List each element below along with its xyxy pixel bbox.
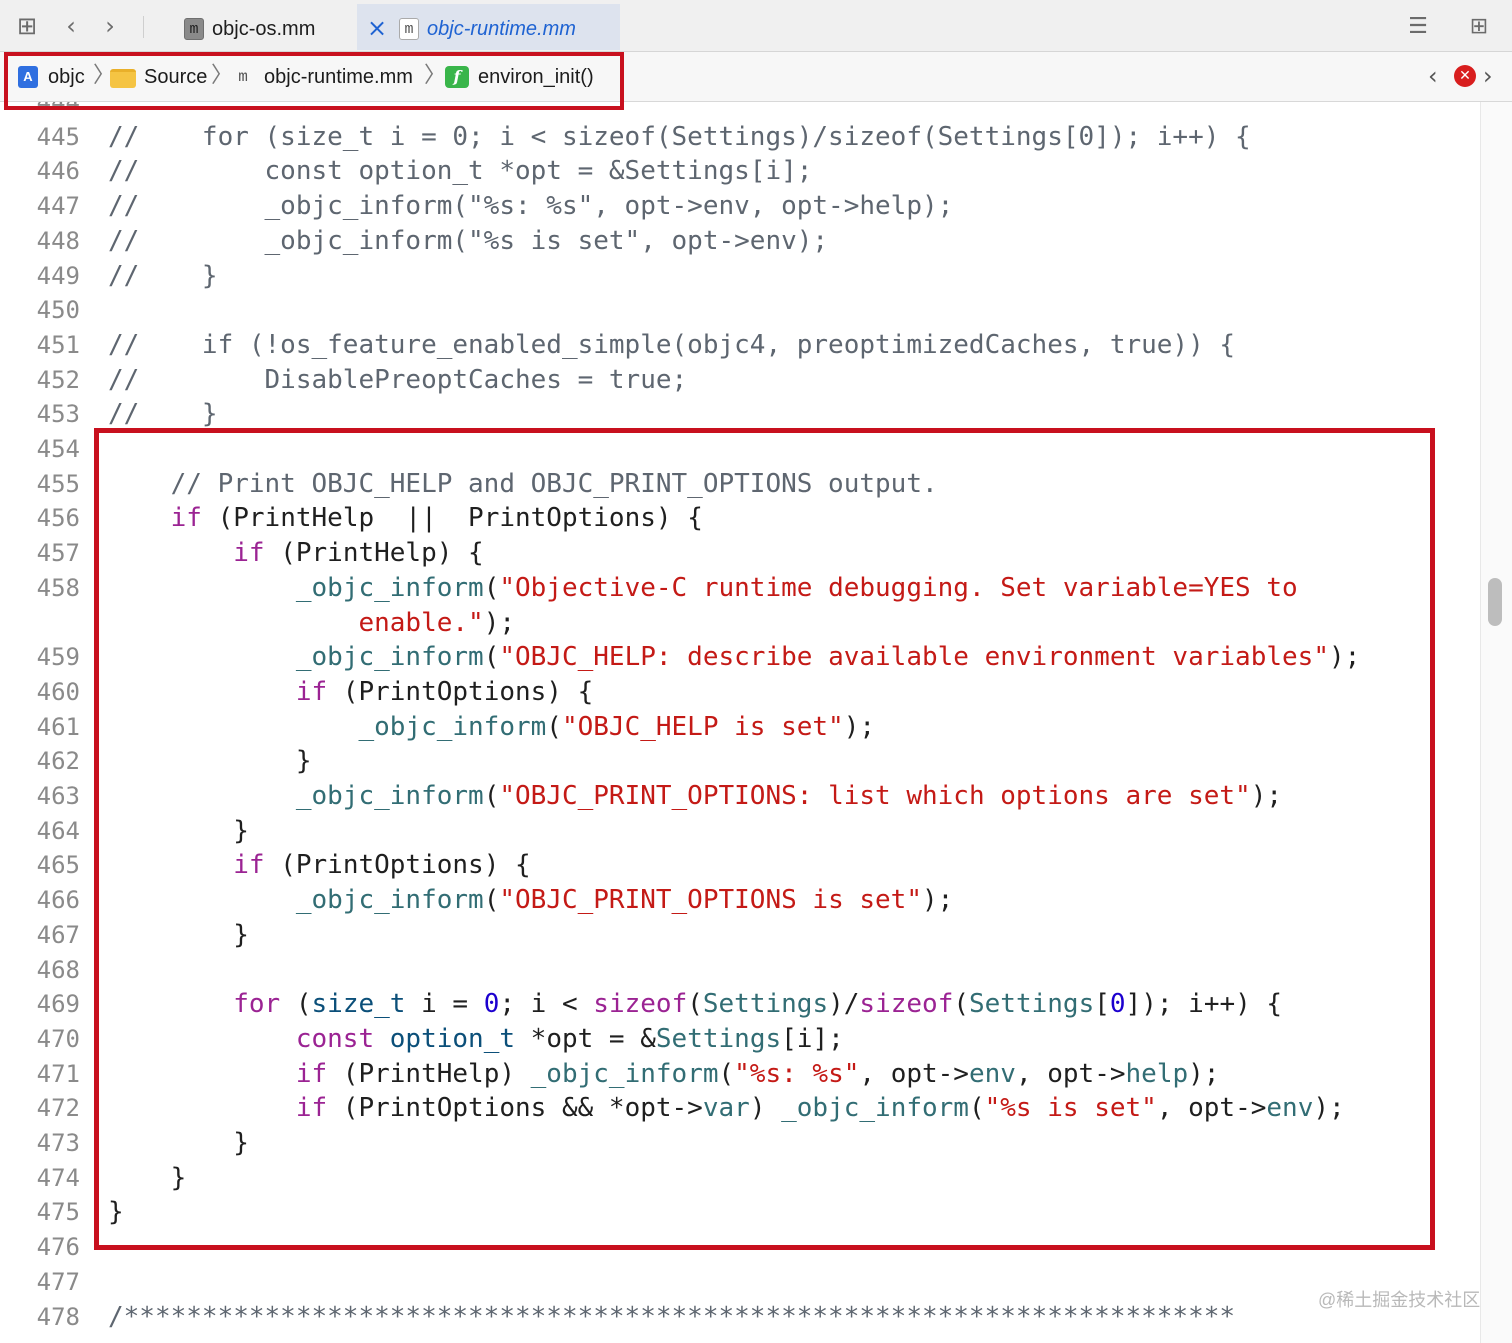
line-number: 458 xyxy=(36,574,80,602)
line-number: 465 xyxy=(36,851,80,879)
line-number: 446 xyxy=(36,157,80,185)
tab-label: objc-os.mm xyxy=(212,18,316,40)
code-line: 478 /************************************… xyxy=(0,1300,1480,1335)
code-line: 477 xyxy=(0,1265,1480,1300)
forward-chevron-icon[interactable]: › xyxy=(99,12,121,40)
add-editor-icon[interactable]: ⊞ xyxy=(1462,12,1496,42)
line-number: 448 xyxy=(36,227,80,255)
code-line: 452 // DisablePreoptCaches = true; xyxy=(0,363,1480,398)
line-number: 473 xyxy=(36,1129,80,1157)
line-number: 449 xyxy=(36,262,80,290)
code-token: // _objc_inform("%s is set", opt->env); xyxy=(108,226,829,256)
line-number: 447 xyxy=(36,192,80,220)
line-number: 474 xyxy=(36,1164,80,1192)
code-line: 448 // _objc_inform("%s is set", opt->env… xyxy=(0,224,1480,259)
code-token: // const option_t *opt = &Settings[i]; xyxy=(108,156,813,186)
line-number: 454 xyxy=(36,435,80,463)
line-number: 461 xyxy=(36,713,80,741)
code-text: // const option_t *opt = &Settings[i]; xyxy=(108,154,812,189)
line-number: 451 xyxy=(36,331,80,359)
code-line: 449 // } xyxy=(0,259,1480,294)
code-line: 447 // _objc_inform("%s: %s", opt->env, o… xyxy=(0,189,1480,224)
line-number: 471 xyxy=(36,1060,80,1088)
toolbar-divider xyxy=(143,16,144,38)
error-badge-icon[interactable]: ✕ xyxy=(1454,65,1476,87)
line-number: 456 xyxy=(36,504,80,532)
code-line: 451 // if (!os_feature_enabled_simple(obj… xyxy=(0,328,1480,363)
tab-objc-runtime[interactable]: × m objc-runtime.mm xyxy=(357,4,620,50)
code-line: 446 // const option_t *opt = &Settings[i]… xyxy=(0,154,1480,189)
code-token: // } xyxy=(108,399,218,429)
code-text: /***************************************… xyxy=(108,1300,1235,1335)
watermark: @稀土掘金技术社区 xyxy=(1318,1290,1481,1310)
line-number: 459 xyxy=(36,643,80,671)
scrollbar-thumb[interactable] xyxy=(1488,578,1502,626)
breadcrumb-highlight-box xyxy=(4,52,624,110)
line-number: 476 xyxy=(36,1233,80,1261)
line-number: 460 xyxy=(36,678,80,706)
code-text: // if (!os_feature_enabled_simple(objc4,… xyxy=(108,328,1235,363)
code-token: /***************************************… xyxy=(108,1302,1236,1332)
line-number: 470 xyxy=(36,1025,80,1053)
code-token: // DisablePreoptCaches = true; xyxy=(108,365,688,395)
code-line: 450 xyxy=(0,293,1480,328)
line-number: 463 xyxy=(36,782,80,810)
line-number: 478 xyxy=(36,1303,80,1331)
code-token: // } xyxy=(108,261,218,291)
related-items-grid-icon[interactable]: ⊞ xyxy=(14,12,40,40)
code-text: // DisablePreoptCaches = true; xyxy=(108,363,687,398)
code-text: // for (size_t i = 0; i < sizeof(Setting… xyxy=(108,120,1251,155)
line-number: 453 xyxy=(36,400,80,428)
editor-options-icon[interactable]: ☰ xyxy=(1398,12,1438,42)
scrollbar-track[interactable] xyxy=(1480,102,1512,1343)
m-file-icon: m xyxy=(184,18,204,40)
line-number: 467 xyxy=(36,921,80,949)
line-number: 477 xyxy=(36,1268,80,1296)
tab-bar: ⊞ ‹ › m objc-os.mm × m objc-runtime.mm ☰… xyxy=(0,0,1512,52)
line-number: 472 xyxy=(36,1094,80,1122)
line-number: 450 xyxy=(36,296,80,324)
code-text: // _objc_inform("%s: %s", opt->env, opt-… xyxy=(108,189,953,224)
close-tab-icon[interactable]: × xyxy=(367,14,387,42)
code-line: 453 // } xyxy=(0,397,1480,432)
line-number: 466 xyxy=(36,886,80,914)
line-number: 469 xyxy=(36,990,80,1018)
line-number: 462 xyxy=(36,747,80,775)
line-number: 464 xyxy=(36,817,80,845)
line-number: 457 xyxy=(36,539,80,567)
tab-objc-os[interactable]: m objc-os.mm xyxy=(160,4,355,50)
code-text: // } xyxy=(108,397,218,432)
line-number: 475 xyxy=(36,1198,80,1226)
line-number: 445 xyxy=(36,123,80,151)
line-number: 455 xyxy=(36,470,80,498)
code-text: // } xyxy=(108,259,218,294)
line-number: 468 xyxy=(36,956,80,984)
code-line: 445 // for (size_t i = 0; i < sizeof(Sett… xyxy=(0,120,1480,155)
m-file-icon: m xyxy=(399,18,419,40)
line-number: 452 xyxy=(36,366,80,394)
code-token: // for (size_t i = 0; i < sizeof(Setting… xyxy=(108,122,1251,152)
next-issue-icon[interactable]: › xyxy=(1483,62,1493,90)
code-highlight-box xyxy=(94,428,1435,1250)
back-chevron-icon[interactable]: ‹ xyxy=(60,12,82,40)
code-token: // if (!os_feature_enabled_simple(objc4,… xyxy=(108,330,1236,360)
code-text: // _objc_inform("%s is set", opt->env); xyxy=(108,224,828,259)
previous-issue-icon[interactable]: ‹ xyxy=(1428,62,1438,90)
tab-label: objc-runtime.mm xyxy=(427,18,576,40)
code-token: // _objc_inform("%s: %s", opt->env, opt-… xyxy=(108,191,954,221)
